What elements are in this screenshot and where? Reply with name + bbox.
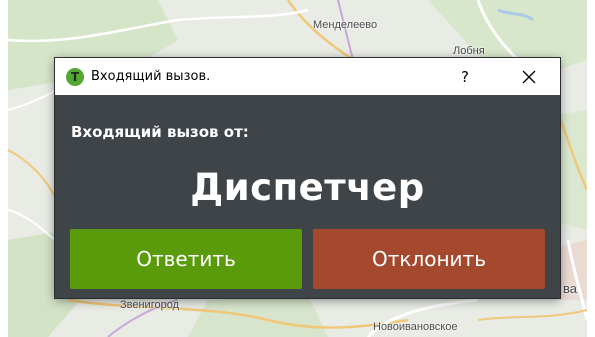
- map-label-zvenigorod: Звенигород: [120, 299, 180, 311]
- decline-button[interactable]: Отклонить: [313, 229, 545, 289]
- map-label-novoivanovskoe: Новоивановское: [373, 321, 458, 333]
- caller-caption: Входящий вызов от:: [71, 123, 249, 141]
- close-button[interactable]: [512, 61, 546, 92]
- map-label-mendeleevo: Менделеево: [313, 19, 378, 31]
- incoming-call-dialog: T Входящий вызов. ? Входящий вызов от: Д…: [55, 58, 560, 298]
- map-label-moskva-partial: ва: [563, 281, 577, 296]
- map-label-lobnya: Лобня: [453, 45, 485, 57]
- caller-name: Диспетчер: [190, 166, 425, 209]
- answer-button[interactable]: Ответить: [70, 229, 302, 289]
- help-button[interactable]: ?: [450, 61, 480, 92]
- close-icon: [522, 70, 536, 83]
- taxi-app-icon: T: [66, 68, 84, 86]
- dialog-titlebar: T Входящий вызов. ?: [55, 58, 560, 95]
- window-title: Входящий вызов.: [91, 69, 211, 84]
